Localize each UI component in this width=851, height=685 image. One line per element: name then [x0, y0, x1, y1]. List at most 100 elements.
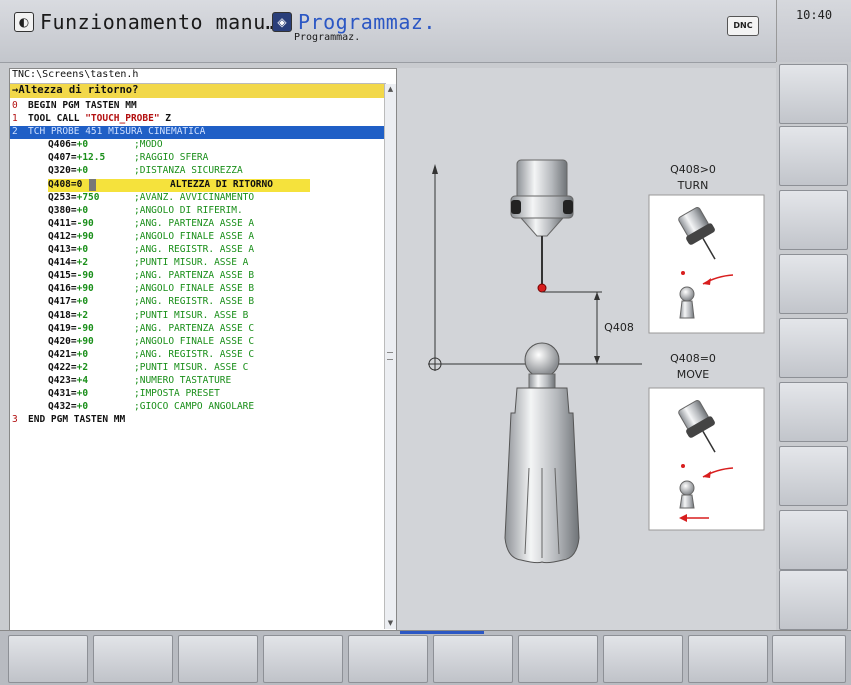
parameter-value: Q421=+0 [48, 348, 89, 360]
parameter-value: Q408=0 [48, 178, 83, 190]
block-number: 3 [12, 414, 18, 426]
program-line[interactable]: Q320=+0 ;DISTANZA SICUREZZA [10, 165, 384, 178]
parameter-comment: ;ANGOLO FINALE ASSE B [134, 283, 255, 295]
editor-scrollbar[interactable]: ▲ ▼ [384, 84, 396, 629]
program-line[interactable]: Q423=+4 ;NUMERO TASTATURE [10, 375, 384, 388]
clock: 10:40 [776, 0, 851, 62]
option-turn-panel [648, 194, 765, 334]
manual-mode-icon: ◐ [14, 12, 34, 32]
parameter-comment: ;ANG. PARTENZA ASSE C [134, 322, 255, 334]
softkey-9[interactable] [688, 635, 768, 683]
parameter-comment: ;RAGGIO SFERA [134, 152, 209, 164]
scroll-grip[interactable] [387, 352, 393, 360]
vertical-softkey-5[interactable] [779, 318, 848, 378]
softkey-3[interactable] [178, 635, 258, 683]
option-move-subtitle: MOVE [677, 368, 709, 381]
probe-diagram: Q408 Q408>0 TURN Q408=0 MOVE [428, 159, 765, 564]
dnc-icon: DNC [727, 16, 759, 36]
parameter-comment: ;ANGOLO FINALE ASSE A [134, 230, 255, 242]
programming-mode[interactable]: ◈ Programmaz. Programmaz. [272, 10, 436, 44]
program-line[interactable]: Q432=+0 ;GIOCO CAMPO ANGOLARE [10, 401, 384, 414]
vertical-softkey-4[interactable] [779, 254, 848, 314]
parameter-value: Q406=+0 [48, 139, 89, 151]
file-path: TNC:\Screens\tasten.h [10, 69, 386, 84]
parameter-value: Q253=+750 [48, 191, 100, 203]
vertical-softkey-bar [776, 62, 851, 630]
block-code: TOOL CALL "TOUCH_PROBE" Z [28, 113, 172, 125]
touch-probe [510, 159, 574, 293]
softkey-6[interactable] [433, 635, 513, 683]
program-line[interactable]: Q416=+90 ;ANGOLO FINALE ASSE B [10, 283, 384, 296]
program-line[interactable]: Q418=+2 ;PUNTI MISUR. ASSE B [10, 310, 384, 323]
parameter-comment: ;ANGOLO DI RIFERIM. [134, 204, 243, 216]
program-line[interactable]: Q421=+0 ;ANG. REGISTR. ASSE C [10, 349, 384, 362]
vertical-softkey-3[interactable] [779, 190, 848, 250]
option-turn-title: Q408>0 [670, 163, 716, 176]
program-line[interactable]: 0 BEGIN PGM TASTEN MM [10, 100, 384, 113]
program-line[interactable]: Q419=-90 ;ANG. PARTENZA ASSE C [10, 323, 384, 336]
parameter-comment: ;ANG. REGISTR. ASSE C [134, 348, 255, 360]
parameter-value: Q415=-90 [48, 270, 94, 282]
programming-mode-subtitle: Programmaz. [294, 32, 361, 43]
parameter-value: Q414=+2 [48, 257, 89, 269]
parameter-comment: ;ANGOLO FINALE ASSE C [134, 335, 255, 347]
text-cursor [89, 178, 96, 191]
vertical-softkey-7[interactable] [779, 446, 848, 506]
softkey-5[interactable] [348, 635, 428, 683]
machine-mode[interactable]: ◐ Funzionamento manu… [14, 10, 278, 44]
softkey-row-indicator [400, 631, 484, 634]
program-line[interactable]: Q415=-90 ;ANG. PARTENZA ASSE B [10, 270, 384, 283]
scroll-down-icon[interactable]: ▼ [386, 619, 395, 628]
block-code: BEGIN PGM TASTEN MM [28, 100, 137, 111]
program-line[interactable]: Q253=+750 ;AVANZ. AVVICINAMENTO [10, 192, 384, 205]
program-line[interactable]: Q417=+0 ;ANG. REGISTR. ASSE B [10, 296, 384, 309]
vertical-softkey-6[interactable] [779, 382, 848, 442]
parameter-comment: ;NUMERO TASTATURE [134, 374, 232, 386]
parameter-value: Q407=+12.5 [48, 152, 106, 164]
parameter-comment: ;PUNTI MISUR. ASSE C [134, 361, 249, 373]
softkey-8[interactable] [603, 635, 683, 683]
softkey-1[interactable] [8, 635, 88, 683]
parameter-comment: ALTEZZA DI RITORNO [170, 178, 273, 190]
program-line[interactable]: Q412=+90 ;ANGOLO FINALE ASSE A [10, 231, 384, 244]
program-line[interactable]: 2 TCH PROBE 451 MISURA CINEMATICA [10, 126, 384, 140]
program-line[interactable]: 1 TOOL CALL "TOUCH_PROBE" Z [10, 113, 384, 126]
program-line[interactable]: Q380=+0 ;ANGOLO DI RIFERIM. [10, 205, 384, 218]
parameter-value: Q422=+2 [48, 361, 89, 373]
parameter-comment: ;PUNTI MISUR. ASSE A [134, 257, 249, 269]
parameter-value: Q411=-90 [48, 217, 94, 229]
program-line[interactable]: Q414=+2 ;PUNTI MISUR. ASSE A [10, 257, 384, 270]
vertical-softkey-1[interactable] [779, 64, 848, 124]
program-line[interactable]: Q408=0 ALTEZZA DI RITORNO [10, 178, 384, 192]
parameter-value: Q413=+0 [48, 244, 89, 256]
program-editor[interactable]: TNC:\Screens\tasten.h →Altezza di ritorn… [9, 68, 397, 632]
program-line[interactable]: Q406=+0 ;MODO [10, 139, 384, 152]
block-number: 1 [12, 113, 18, 125]
help-graphic: Q408 Q408>0 TURN Q408=0 MOVE [397, 68, 776, 630]
option-move-panel [648, 387, 765, 531]
parameter-comment: ;ANG. PARTENZA ASSE B [134, 270, 255, 282]
softkey-2[interactable] [93, 635, 173, 683]
softkey-7[interactable] [518, 635, 598, 683]
program-line[interactable]: Q420=+90 ;ANGOLO FINALE ASSE C [10, 336, 384, 349]
option-turn-subtitle: TURN [677, 179, 709, 192]
parameter-value: Q420=+90 [48, 335, 94, 347]
vertical-softkey-8[interactable] [779, 510, 848, 570]
program-line[interactable]: Q422=+2 ;PUNTI MISUR. ASSE C [10, 362, 384, 375]
softkey-10[interactable] [772, 635, 846, 683]
softkey-4[interactable] [263, 635, 343, 683]
scroll-up-icon[interactable]: ▲ [386, 85, 395, 94]
parameter-value: Q380=+0 [48, 204, 89, 216]
parameter-comment: ;DISTANZA SICUREZZA [134, 165, 243, 177]
program-line[interactable]: Q411=-90 ;ANG. PARTENZA ASSE A [10, 218, 384, 231]
vertical-softkey-2[interactable] [779, 126, 848, 186]
parameter-comment: ;PUNTI MISUR. ASSE B [134, 309, 249, 321]
program-line[interactable]: Q407=+12.5 ;RAGGIO SFERA [10, 152, 384, 165]
program-line[interactable]: Q431=+0 ;IMPOSTA PRESET [10, 388, 384, 401]
program-line[interactable]: 3 END PGM TASTEN MM [10, 414, 384, 427]
vertical-softkey-9[interactable] [779, 570, 848, 630]
horizontal-softkey-bar [0, 630, 851, 685]
program-lines[interactable]: 0 BEGIN PGM TASTEN MM 1 TOOL CALL "TOUCH_PR… [10, 100, 384, 427]
program-line[interactable]: Q413=+0 ;ANG. REGISTR. ASSE A [10, 244, 384, 257]
block-number: 2 [12, 126, 18, 138]
